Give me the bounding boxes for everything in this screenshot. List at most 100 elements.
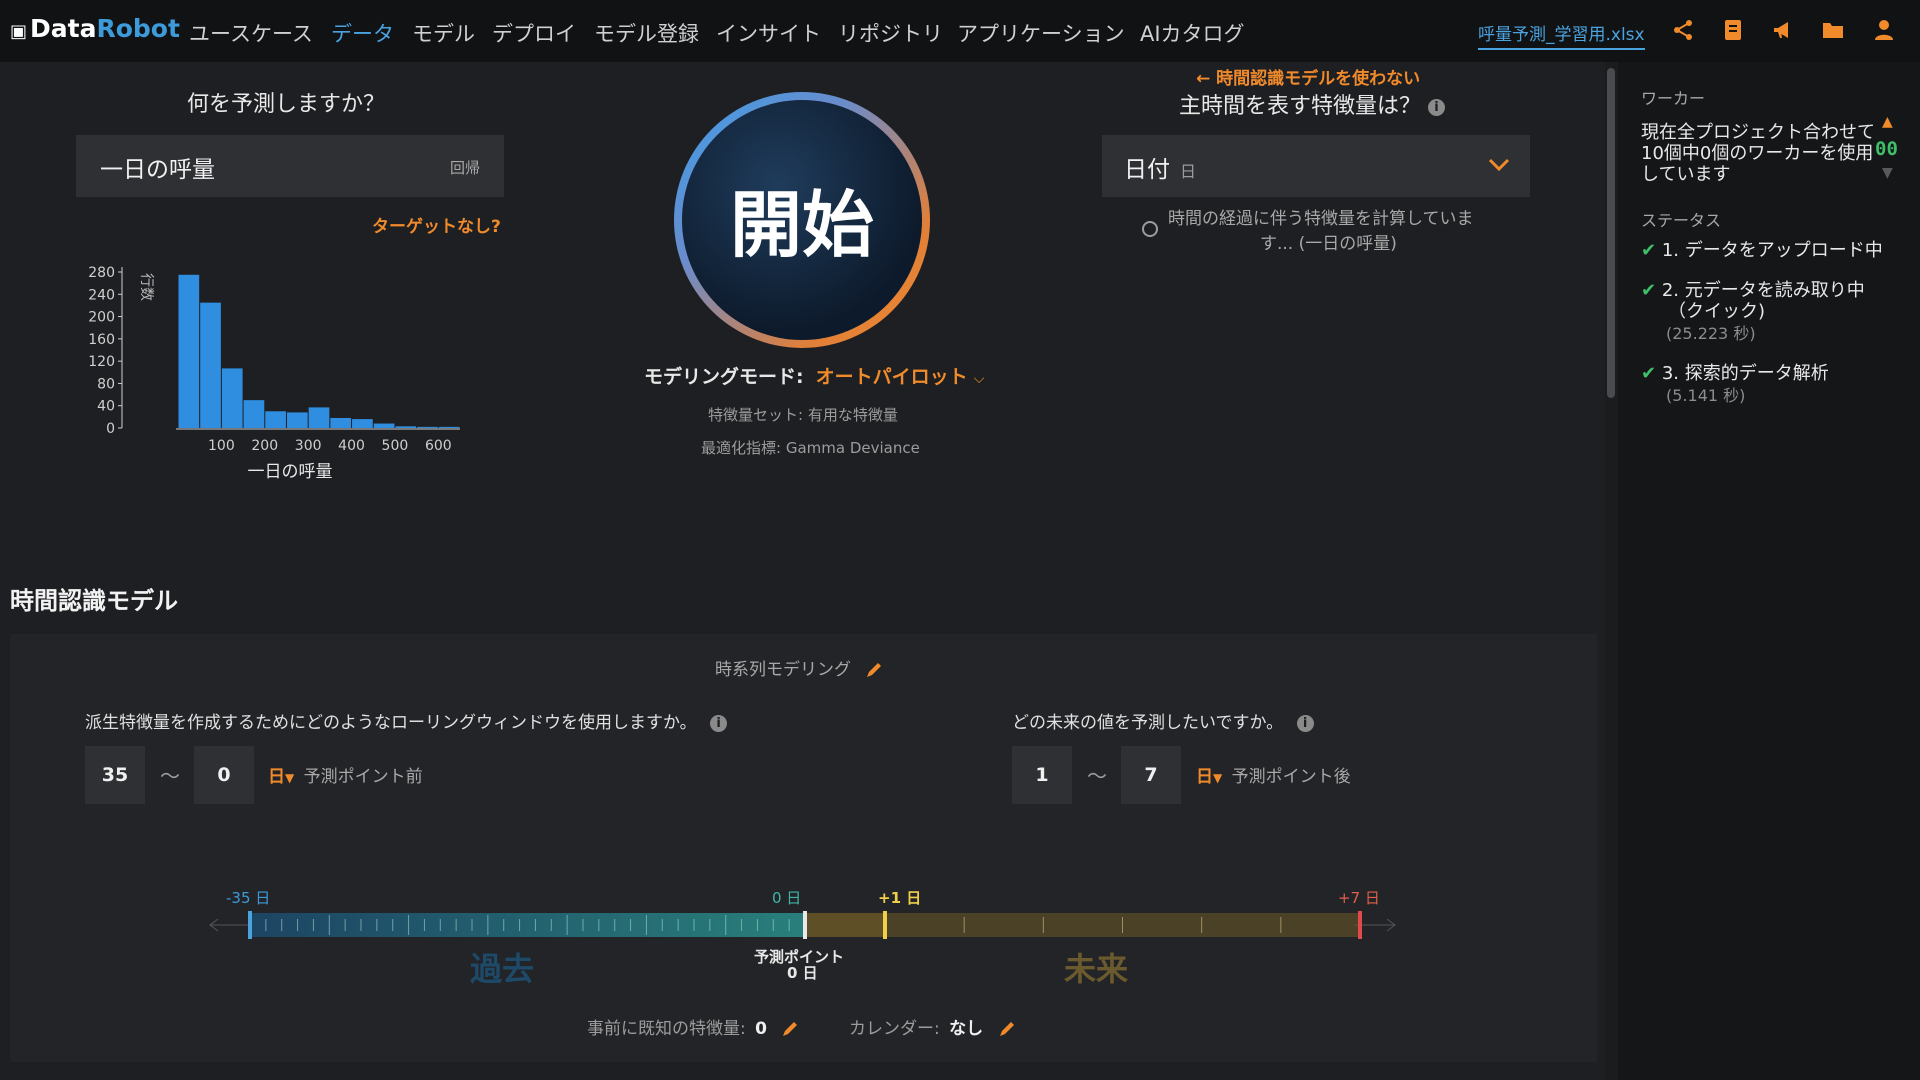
date-feature-select[interactable]: 日付日 [1102,135,1530,197]
histogram-bar[interactable] [438,426,460,428]
future-label: 未来 [1064,950,1129,988]
nav-item-data[interactable]: データ [331,18,394,48]
chevron-down-icon[interactable]: ▼ [285,771,294,785]
rolling-window-question: 派生特徴量を作成するためにどのようなローリングウィンドウを使用しますか。 i [85,708,728,733]
no-time-aware-link-text: 時間認識モデルを使わない [1216,69,1421,89]
status-step-3-label: 3. 探索的データ解析 [1661,363,1829,384]
histogram-bar[interactable] [395,426,417,428]
info-icon[interactable]: i [1428,98,1446,116]
histogram-bar[interactable] [221,368,243,428]
histogram-bar[interactable] [308,407,330,428]
x-axis-ticks: 100 200 300 400 500 600 [208,438,452,454]
fw-start-input[interactable]: 1 [1012,746,1072,804]
forecast-window-question: どの未来の値を予測したいですか。 i [1012,708,1314,733]
megaphone-icon[interactable] [1771,18,1795,42]
fdw-unit-dropdown[interactable]: 日 [268,767,285,787]
x-axis-label: 一日の呼量 [248,462,333,482]
worker-header: ワーカー [1641,89,1706,108]
rolling-window-question-text: 派生特徴量を作成するためにどのようなローリングウィンドウを使用しますか。 [85,713,697,733]
status-header: ステータス [1641,211,1722,230]
histogram-bar[interactable] [373,423,395,428]
target-input[interactable]: 一日の呼量 回帰 [76,135,504,197]
feature-set-label[interactable]: 特徴量セット: 有用な特徴量 [708,404,898,425]
timeline [209,911,1396,939]
project-file-link[interactable]: 呼量予測_学習用.xlsx [1478,20,1645,50]
modeling-mode-dropdown[interactable]: オートパイロット [816,366,968,388]
nav-item-usecase[interactable]: ユースケース [189,18,313,48]
nav-item-insight[interactable]: インサイト [716,18,821,48]
start-button-inner: 開始 [682,100,922,340]
time-series-modeling-row: 時系列モデリング [715,655,884,680]
fw-unit-row: 日▼ 予測ポイント後 [1196,762,1351,787]
known-features-value: 0 [755,1019,767,1039]
main-scrollbar[interactable] [1607,68,1615,398]
x-tick-label: 400 [338,438,365,454]
optimization-metric-label[interactable]: 最適化指標: Gamma Deviance [701,437,920,458]
chevron-down-icon[interactable]: ▼ [1882,165,1893,181]
y-axis-label: 行数 [138,273,154,301]
info-icon[interactable]: i [710,714,728,732]
status-step-1-label: 1. データをアップロード中 [1661,240,1883,261]
info-icon[interactable]: i [1296,714,1314,732]
chevron-down-icon [1488,158,1510,172]
document-icon[interactable] [1721,18,1745,42]
nav-item-repository[interactable]: リポジトリ [838,18,943,48]
calendar-value: なし [949,1019,984,1039]
no-time-aware-link[interactable]: ← 時間認識モデルを使わない [1196,64,1420,89]
worker-line3: しています [1641,164,1731,185]
x-tick-label: 600 [425,438,452,454]
share-icon[interactable] [1671,18,1695,42]
time-feature-question: 主時間を表す特徴量は？ i [1179,88,1446,120]
time-series-panel [10,634,1597,1062]
calendar-row: カレンダー: なし [849,1014,1017,1039]
y-axis-ticks: 280 240 200 160 120 80 40 0 [88,265,122,437]
fw-unit-dropdown[interactable]: 日 [1196,767,1213,787]
pencil-icon[interactable] [780,1019,800,1039]
status-step-3-time: (5.141 秒) [1666,386,1746,405]
histogram-bar[interactable] [243,400,265,428]
y-tick-label: 40 [97,399,115,415]
before-forecast-point-label: 予測ポイント前 [303,767,423,787]
folder-icon[interactable] [1821,18,1845,42]
pencil-icon[interactable] [997,1019,1017,1039]
checkmark-icon: ✔ [1641,363,1657,384]
histogram-bar[interactable] [286,412,308,428]
histogram-bar[interactable] [417,426,438,428]
logo-text-data: Data [30,14,97,43]
forecast-window-question-text: どの未来の値を予測したいですか。 [1012,713,1284,733]
fw-end-input[interactable]: 7 [1121,746,1181,804]
histogram-bar[interactable] [352,419,373,428]
date-feature-unit: 日 [1180,162,1197,181]
no-target-link[interactable]: ターゲットなし? [372,212,501,237]
start-label: 開始 [729,183,874,267]
nav-item-model[interactable]: モデル [412,18,475,48]
fdw-end-input[interactable]: 0 [194,746,254,804]
time-aware-section-title: 時間認識モデル [10,587,178,615]
y-tick-label: 280 [88,265,115,281]
time-series-modeling-label: 時系列モデリング [715,660,851,680]
checkmark-icon: ✔ [1641,280,1657,301]
histogram-bar[interactable] [330,417,352,428]
chevron-up-icon[interactable]: ▲ [1882,114,1893,130]
pencil-icon[interactable] [864,660,884,680]
start-button[interactable]: 開始 [674,92,930,348]
nav-item-deploy[interactable]: デプロイ [492,18,576,48]
nav-item-applications[interactable]: アプリケーション [957,18,1125,48]
status-step-2-time: (25.223 秒) [1666,324,1756,343]
y-tick-label: 120 [88,354,115,370]
histogram-bar[interactable] [265,411,286,428]
histogram-bar[interactable] [178,274,200,428]
user-icon[interactable] [1872,18,1896,42]
nav-item-ai-catalog[interactable]: AIカタログ [1140,18,1245,48]
histogram-bars [178,274,460,428]
chevron-down-icon[interactable]: ⌵ [974,371,985,387]
nav-item-model-registry[interactable]: モデル登録 [594,18,699,48]
datarobot-logo[interactable]: ▣ DataRobot [10,14,180,43]
chevron-down-icon[interactable]: ▼ [1213,771,1222,785]
histogram-bar[interactable] [200,302,221,428]
arrow-left-icon: ← [1196,69,1211,89]
gap-window-bar [805,913,885,937]
forecast-point-sublabel: 0 日 [787,964,818,982]
fdw-start-input[interactable]: 35 [85,746,145,804]
x-tick-label: 100 [208,438,235,454]
